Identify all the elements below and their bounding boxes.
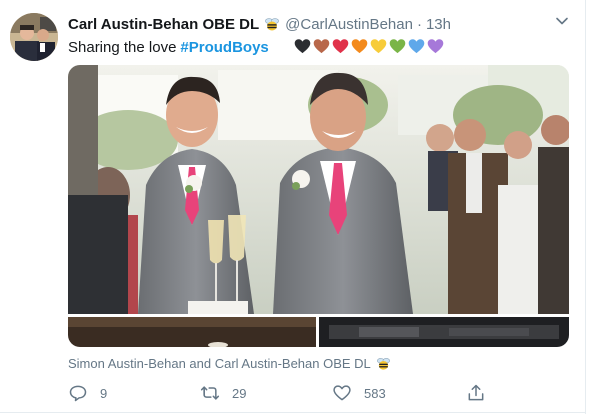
- retweet-count: 29: [232, 385, 247, 401]
- yellow-heart-icon: [370, 39, 387, 54]
- tweet-photo[interactable]: [68, 65, 569, 314]
- bee-icon: [376, 356, 391, 371]
- retweet-button[interactable]: 29: [200, 381, 246, 405]
- display-name[interactable]: Carl Austin-Behan OBE DL: [68, 16, 259, 33]
- tweet-body: Sharing the love: [68, 38, 177, 56]
- share-icon: [466, 383, 486, 403]
- brown-heart-icon: [313, 39, 330, 54]
- divider: [0, 412, 586, 413]
- reply-icon: [68, 383, 88, 403]
- hashtag-link[interactable]: #ProudBoys: [180, 39, 268, 56]
- green-heart-icon: [389, 39, 406, 54]
- separator-dot: ·: [416, 15, 422, 33]
- bee-icon: [264, 16, 280, 32]
- like-button[interactable]: 583: [332, 381, 386, 405]
- tagged-people-text: Simon Austin-Behan and Carl Austin-Behan…: [68, 355, 371, 371]
- orange-heart-icon: [351, 39, 368, 54]
- tweet-card[interactable]: Carl Austin-Behan OBE DL @CarlAustinBeha…: [0, 0, 600, 414]
- purple-heart-icon: [427, 39, 444, 54]
- tweet-text: Sharing the love #ProudBoys: [68, 37, 269, 57]
- tweet-photo-tertiary[interactable]: [319, 317, 569, 347]
- avatar[interactable]: [10, 13, 58, 61]
- like-count: 583: [364, 385, 386, 401]
- red-heart-icon: [332, 39, 349, 54]
- tweet-actions: 9 29 583: [68, 381, 568, 405]
- reply-count: 9: [100, 385, 108, 401]
- blue-heart-icon: [408, 39, 425, 54]
- share-button[interactable]: [466, 381, 486, 405]
- divider: [585, 0, 586, 414]
- timestamp[interactable]: 13h: [426, 16, 451, 33]
- black-heart-icon: [294, 39, 311, 54]
- heart-emoji-row: [294, 38, 444, 54]
- reply-button[interactable]: 9: [68, 381, 107, 405]
- heart-outline-icon: [332, 383, 352, 403]
- tweet-photo-secondary[interactable]: [68, 317, 316, 347]
- tweet-header: Carl Austin-Behan OBE DL @CarlAustinBeha…: [68, 14, 451, 34]
- handle[interactable]: @CarlAustinBehan: [285, 16, 413, 33]
- tagged-people[interactable]: Simon Austin-Behan and Carl Austin-Behan…: [68, 354, 391, 372]
- chevron-down-icon[interactable]: [555, 14, 569, 28]
- retweet-icon: [200, 383, 220, 403]
